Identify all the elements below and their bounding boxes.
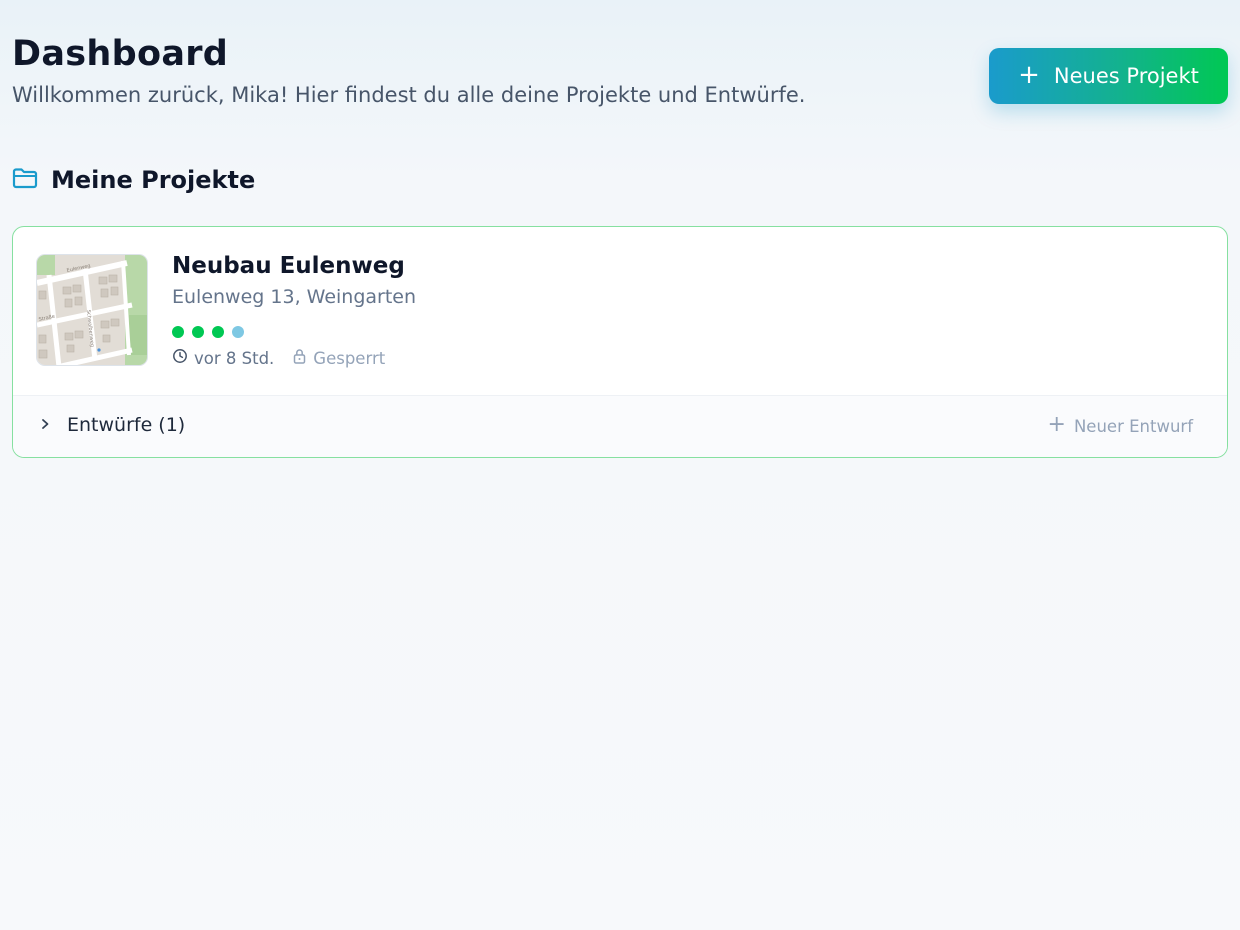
- plus-icon: +: [1047, 412, 1066, 437]
- plus-icon: +: [1018, 60, 1040, 90]
- new-project-button[interactable]: + Neues Projekt: [989, 48, 1228, 104]
- drafts-label: Entwürfe (1): [67, 414, 186, 436]
- drafts-toggle[interactable]: Entwürfe (1): [39, 414, 185, 436]
- last-updated: vor 8 Std.: [194, 348, 275, 368]
- section-title: Meine Projekte: [51, 166, 256, 194]
- project-card[interactable]: Eulenweg Schwalbenweg Straße Neubau Eule…: [12, 226, 1228, 458]
- project-meta: vor 8 Std. Gesperrt: [172, 348, 385, 368]
- clock-icon: [172, 348, 188, 368]
- progress-dot-done: [212, 326, 224, 338]
- new-draft-button[interactable]: + Neuer Entwurf: [1047, 412, 1193, 437]
- project-name[interactable]: Neubau Eulenweg: [172, 253, 405, 279]
- progress-dot-done: [192, 326, 204, 338]
- new-draft-label: Neuer Entwurf: [1073, 416, 1193, 436]
- lock-status: Gesperrt: [292, 348, 385, 368]
- folder-icon: [12, 167, 38, 193]
- progress-dot-current: [232, 326, 244, 338]
- lock-status-label: Gesperrt: [313, 348, 386, 368]
- project-card-main[interactable]: Eulenweg Schwalbenweg Straße Neubau Eule…: [13, 227, 1227, 395]
- map-thumbnail: Eulenweg Schwalbenweg Straße: [36, 254, 148, 366]
- progress-dots: [172, 326, 244, 338]
- section-heading: Meine Projekte: [12, 166, 255, 194]
- chevron-right-icon: [39, 416, 51, 435]
- project-address: Eulenweg 13, Weingarten: [172, 286, 417, 308]
- project-card-footer: Entwürfe (1) + Neuer Entwurf: [13, 395, 1227, 457]
- progress-dot-done: [172, 326, 184, 338]
- lock-icon: [292, 348, 307, 368]
- new-project-label: Neues Projekt: [1053, 64, 1199, 88]
